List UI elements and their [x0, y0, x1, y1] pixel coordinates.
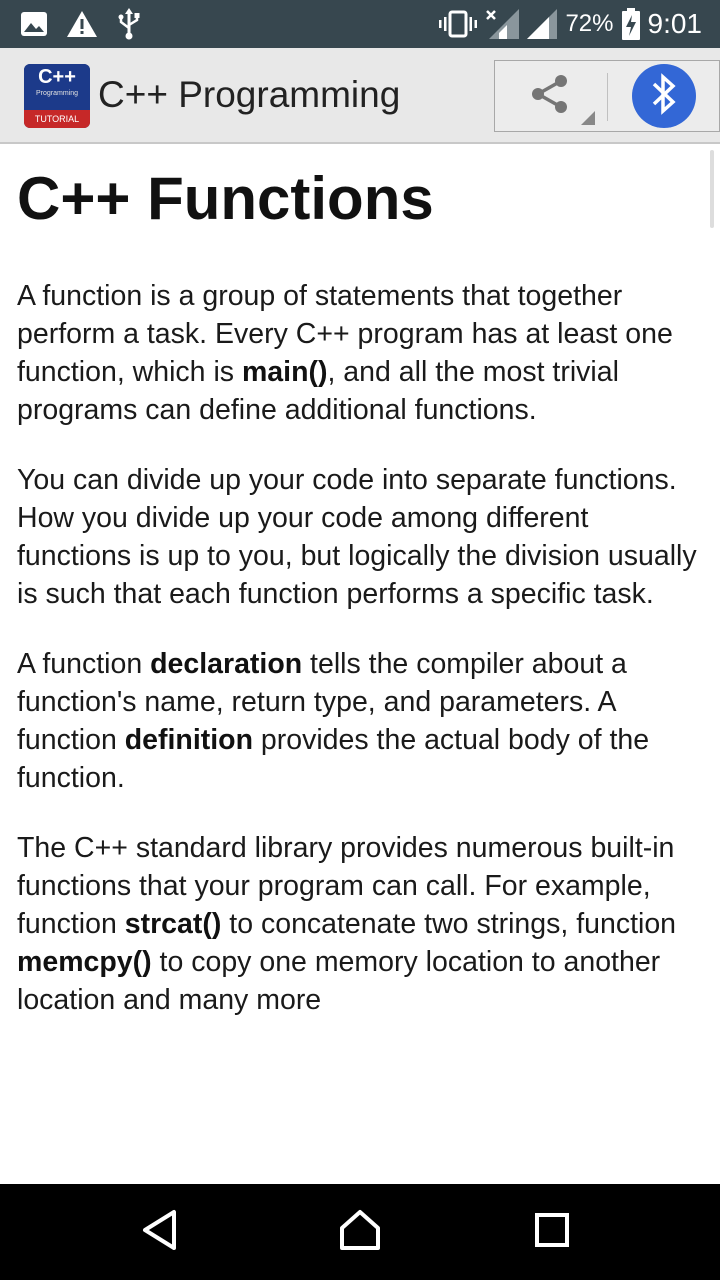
warning-icon — [66, 10, 98, 38]
article-paragraph: A function declaration tells the compile… — [17, 645, 707, 797]
page-title: C++ Functions — [17, 165, 434, 232]
status-clock: 9:01 — [647, 8, 703, 39]
action-divider — [607, 73, 608, 121]
code-term: strcat() — [124, 908, 222, 940]
share-icon — [528, 72, 572, 121]
navigation-bar — [0, 1184, 720, 1280]
app-logo-banner: TUTORIAL — [24, 110, 90, 128]
home-button[interactable] — [330, 1204, 390, 1260]
status-bar: 72% 9:01 — [0, 0, 720, 48]
code-term: memcpy() — [17, 946, 152, 978]
no-signal-icon — [485, 9, 520, 39]
back-icon — [140, 1209, 180, 1256]
code-term: main() — [241, 356, 328, 388]
vibrate-icon — [439, 10, 478, 38]
battery-percent: 72% — [565, 10, 614, 37]
recents-icon — [534, 1212, 570, 1253]
article-paragraph: The C++ standard library provides numero… — [17, 829, 707, 1019]
image-icon — [20, 11, 48, 37]
share-dropdown-indicator — [581, 111, 595, 125]
article-paragraph: You can divide up your code into separat… — [17, 461, 707, 613]
app-logo-title: C++ — [38, 66, 76, 88]
code-term: declaration — [150, 648, 303, 680]
bluetooth-button[interactable] — [632, 64, 696, 128]
usb-icon — [116, 8, 142, 40]
signal-icon — [527, 9, 558, 39]
article-content[interactable]: C++ Functions A function is a group of s… — [0, 146, 720, 1086]
paragraph-text: You can divide up your code into separat… — [17, 464, 697, 610]
status-right-icons: 72% 9:01 — [439, 6, 702, 42]
app-logo: C++ Programming TUTORIAL — [24, 64, 90, 128]
app-title: C++ Programming — [98, 74, 401, 115]
home-icon — [338, 1208, 382, 1257]
status-left-icons — [20, 8, 142, 40]
scrollbar-thumb[interactable] — [710, 150, 714, 228]
code-term: definition — [124, 724, 253, 756]
action-buttons-group — [494, 60, 720, 132]
paragraph-text: to concatenate two strings, function — [221, 908, 677, 940]
article-paragraph: A function is a group of statements that… — [17, 277, 707, 429]
paragraph-text: A function — [17, 648, 151, 680]
recents-button[interactable] — [522, 1204, 582, 1260]
back-button[interactable] — [130, 1204, 190, 1260]
app-logo-subtitle: Programming — [35, 90, 78, 97]
bluetooth-icon — [649, 72, 679, 121]
article-body: A function is a group of statements that… — [17, 277, 707, 1051]
battery-charging-icon — [621, 8, 640, 40]
share-button[interactable] — [495, 61, 605, 131]
action-bar: C++ Programming TUTORIAL C++ Programming — [0, 48, 720, 144]
